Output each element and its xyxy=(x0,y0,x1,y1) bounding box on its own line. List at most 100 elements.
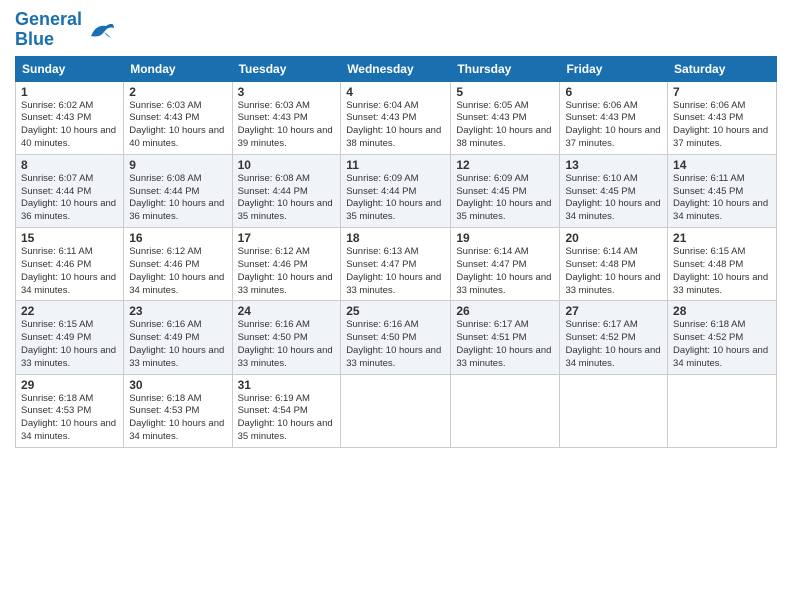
calendar-cell: 14 Sunrise: 6:11 AM Sunset: 4:45 PM Dayl… xyxy=(668,154,777,227)
day-number: 6 xyxy=(565,85,662,99)
day-number: 2 xyxy=(129,85,226,99)
cell-content: Sunrise: 6:03 AM Sunset: 4:43 PM Dayligh… xyxy=(129,100,226,151)
day-header-sunday: Sunday xyxy=(16,56,124,81)
header: General Blue xyxy=(15,10,777,50)
day-number: 1 xyxy=(21,85,118,99)
day-number: 16 xyxy=(129,231,226,245)
calendar-cell: 10 Sunrise: 6:08 AM Sunset: 4:44 PM Dayl… xyxy=(232,154,341,227)
calendar-cell: 18 Sunrise: 6:13 AM Sunset: 4:47 PM Dayl… xyxy=(341,228,451,301)
day-number: 29 xyxy=(21,378,118,392)
day-header-tuesday: Tuesday xyxy=(232,56,341,81)
cell-content: Sunrise: 6:14 AM Sunset: 4:48 PM Dayligh… xyxy=(565,246,662,297)
day-number: 19 xyxy=(456,231,554,245)
calendar-cell: 9 Sunrise: 6:08 AM Sunset: 4:44 PM Dayli… xyxy=(124,154,232,227)
cell-content: Sunrise: 6:09 AM Sunset: 4:44 PM Dayligh… xyxy=(346,173,445,224)
cell-content: Sunrise: 6:18 AM Sunset: 4:53 PM Dayligh… xyxy=(21,393,118,444)
cell-content: Sunrise: 6:08 AM Sunset: 4:44 PM Dayligh… xyxy=(238,173,336,224)
calendar-cell: 17 Sunrise: 6:12 AM Sunset: 4:46 PM Dayl… xyxy=(232,228,341,301)
calendar-cell xyxy=(668,374,777,447)
day-number: 4 xyxy=(346,85,445,99)
cell-content: Sunrise: 6:15 AM Sunset: 4:49 PM Dayligh… xyxy=(21,319,118,370)
day-number: 31 xyxy=(238,378,336,392)
day-number: 26 xyxy=(456,304,554,318)
cell-content: Sunrise: 6:18 AM Sunset: 4:52 PM Dayligh… xyxy=(673,319,771,370)
calendar-cell: 3 Sunrise: 6:03 AM Sunset: 4:43 PM Dayli… xyxy=(232,81,341,154)
logo-line2: Blue xyxy=(15,29,54,49)
day-header-wednesday: Wednesday xyxy=(341,56,451,81)
calendar-cell: 27 Sunrise: 6:17 AM Sunset: 4:52 PM Dayl… xyxy=(560,301,668,374)
day-number: 30 xyxy=(129,378,226,392)
day-number: 21 xyxy=(673,231,771,245)
calendar-cell: 15 Sunrise: 6:11 AM Sunset: 4:46 PM Dayl… xyxy=(16,228,124,301)
calendar-week-row: 22 Sunrise: 6:15 AM Sunset: 4:49 PM Dayl… xyxy=(16,301,777,374)
calendar-cell xyxy=(341,374,451,447)
cell-content: Sunrise: 6:16 AM Sunset: 4:50 PM Dayligh… xyxy=(346,319,445,370)
day-number: 22 xyxy=(21,304,118,318)
logo-bird-icon xyxy=(86,16,116,44)
calendar-cell: 16 Sunrise: 6:12 AM Sunset: 4:46 PM Dayl… xyxy=(124,228,232,301)
day-header-friday: Friday xyxy=(560,56,668,81)
calendar-cell: 23 Sunrise: 6:16 AM Sunset: 4:49 PM Dayl… xyxy=(124,301,232,374)
calendar-cell: 7 Sunrise: 6:06 AM Sunset: 4:43 PM Dayli… xyxy=(668,81,777,154)
calendar-cell: 4 Sunrise: 6:04 AM Sunset: 4:43 PM Dayli… xyxy=(341,81,451,154)
cell-content: Sunrise: 6:11 AM Sunset: 4:46 PM Dayligh… xyxy=(21,246,118,297)
cell-content: Sunrise: 6:17 AM Sunset: 4:52 PM Dayligh… xyxy=(565,319,662,370)
calendar-cell: 31 Sunrise: 6:19 AM Sunset: 4:54 PM Dayl… xyxy=(232,374,341,447)
day-number: 20 xyxy=(565,231,662,245)
cell-content: Sunrise: 6:07 AM Sunset: 4:44 PM Dayligh… xyxy=(21,173,118,224)
cell-content: Sunrise: 6:16 AM Sunset: 4:49 PM Dayligh… xyxy=(129,319,226,370)
calendar-cell: 24 Sunrise: 6:16 AM Sunset: 4:50 PM Dayl… xyxy=(232,301,341,374)
calendar-header-row: SundayMondayTuesdayWednesdayThursdayFrid… xyxy=(16,56,777,81)
calendar-cell: 5 Sunrise: 6:05 AM Sunset: 4:43 PM Dayli… xyxy=(451,81,560,154)
day-number: 10 xyxy=(238,158,336,172)
calendar-cell: 20 Sunrise: 6:14 AM Sunset: 4:48 PM Dayl… xyxy=(560,228,668,301)
cell-content: Sunrise: 6:09 AM Sunset: 4:45 PM Dayligh… xyxy=(456,173,554,224)
day-header-monday: Monday xyxy=(124,56,232,81)
cell-content: Sunrise: 6:02 AM Sunset: 4:43 PM Dayligh… xyxy=(21,100,118,151)
day-number: 27 xyxy=(565,304,662,318)
cell-content: Sunrise: 6:17 AM Sunset: 4:51 PM Dayligh… xyxy=(456,319,554,370)
calendar-cell: 26 Sunrise: 6:17 AM Sunset: 4:51 PM Dayl… xyxy=(451,301,560,374)
day-number: 24 xyxy=(238,304,336,318)
cell-content: Sunrise: 6:16 AM Sunset: 4:50 PM Dayligh… xyxy=(238,319,336,370)
calendar-week-row: 1 Sunrise: 6:02 AM Sunset: 4:43 PM Dayli… xyxy=(16,81,777,154)
cell-content: Sunrise: 6:18 AM Sunset: 4:53 PM Dayligh… xyxy=(129,393,226,444)
cell-content: Sunrise: 6:06 AM Sunset: 4:43 PM Dayligh… xyxy=(565,100,662,151)
day-header-thursday: Thursday xyxy=(451,56,560,81)
calendar-cell: 8 Sunrise: 6:07 AM Sunset: 4:44 PM Dayli… xyxy=(16,154,124,227)
day-number: 11 xyxy=(346,158,445,172)
cell-content: Sunrise: 6:10 AM Sunset: 4:45 PM Dayligh… xyxy=(565,173,662,224)
cell-content: Sunrise: 6:03 AM Sunset: 4:43 PM Dayligh… xyxy=(238,100,336,151)
day-number: 23 xyxy=(129,304,226,318)
calendar-week-row: 15 Sunrise: 6:11 AM Sunset: 4:46 PM Dayl… xyxy=(16,228,777,301)
calendar-cell: 19 Sunrise: 6:14 AM Sunset: 4:47 PM Dayl… xyxy=(451,228,560,301)
day-number: 12 xyxy=(456,158,554,172)
calendar-cell: 12 Sunrise: 6:09 AM Sunset: 4:45 PM Dayl… xyxy=(451,154,560,227)
day-number: 17 xyxy=(238,231,336,245)
calendar-cell: 28 Sunrise: 6:18 AM Sunset: 4:52 PM Dayl… xyxy=(668,301,777,374)
day-number: 15 xyxy=(21,231,118,245)
day-number: 5 xyxy=(456,85,554,99)
day-number: 8 xyxy=(21,158,118,172)
calendar-cell xyxy=(560,374,668,447)
calendar-cell: 13 Sunrise: 6:10 AM Sunset: 4:45 PM Dayl… xyxy=(560,154,668,227)
cell-content: Sunrise: 6:13 AM Sunset: 4:47 PM Dayligh… xyxy=(346,246,445,297)
calendar-cell: 11 Sunrise: 6:09 AM Sunset: 4:44 PM Dayl… xyxy=(341,154,451,227)
cell-content: Sunrise: 6:08 AM Sunset: 4:44 PM Dayligh… xyxy=(129,173,226,224)
cell-content: Sunrise: 6:12 AM Sunset: 4:46 PM Dayligh… xyxy=(238,246,336,297)
calendar-cell: 1 Sunrise: 6:02 AM Sunset: 4:43 PM Dayli… xyxy=(16,81,124,154)
day-number: 9 xyxy=(129,158,226,172)
cell-content: Sunrise: 6:15 AM Sunset: 4:48 PM Dayligh… xyxy=(673,246,771,297)
calendar-cell: 25 Sunrise: 6:16 AM Sunset: 4:50 PM Dayl… xyxy=(341,301,451,374)
calendar-cell: 22 Sunrise: 6:15 AM Sunset: 4:49 PM Dayl… xyxy=(16,301,124,374)
calendar-cell: 2 Sunrise: 6:03 AM Sunset: 4:43 PM Dayli… xyxy=(124,81,232,154)
cell-content: Sunrise: 6:06 AM Sunset: 4:43 PM Dayligh… xyxy=(673,100,771,151)
calendar-cell: 29 Sunrise: 6:18 AM Sunset: 4:53 PM Dayl… xyxy=(16,374,124,447)
cell-content: Sunrise: 6:14 AM Sunset: 4:47 PM Dayligh… xyxy=(456,246,554,297)
cell-content: Sunrise: 6:05 AM Sunset: 4:43 PM Dayligh… xyxy=(456,100,554,151)
day-number: 7 xyxy=(673,85,771,99)
calendar-week-row: 29 Sunrise: 6:18 AM Sunset: 4:53 PM Dayl… xyxy=(16,374,777,447)
day-header-saturday: Saturday xyxy=(668,56,777,81)
day-number: 28 xyxy=(673,304,771,318)
logo-text: General Blue xyxy=(15,10,82,50)
